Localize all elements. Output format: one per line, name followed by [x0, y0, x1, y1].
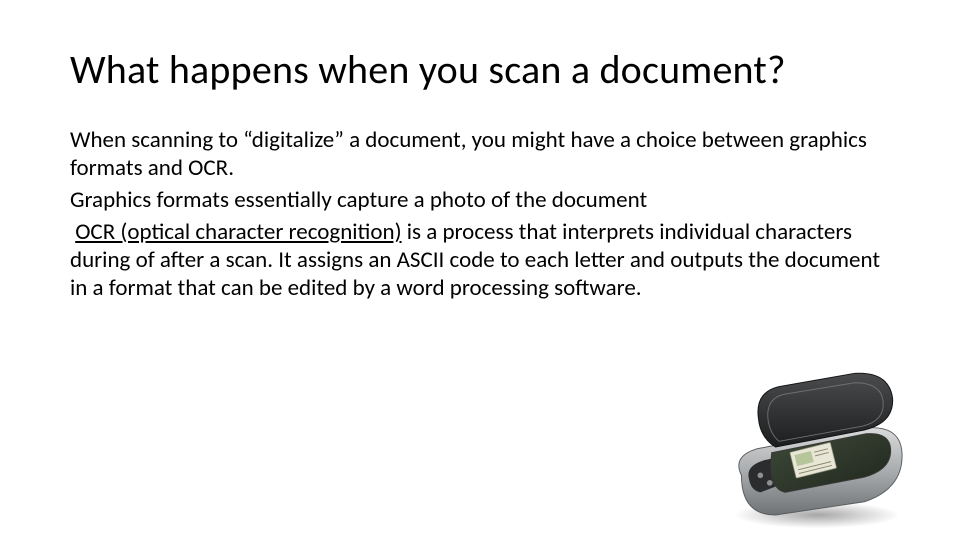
ocr-term: OCR (optical character recognition) — [75, 218, 401, 246]
slide: What happens when you scan a document? W… — [0, 0, 960, 540]
paragraph-intro: When scanning to “digitalize” a document… — [70, 126, 890, 182]
paragraph-graphics: Graphics formats essentially capture a p… — [70, 186, 890, 214]
slide-title: What happens when you scan a document? — [70, 48, 890, 92]
paragraph-ocr: OCR (optical character recognition) is a… — [70, 218, 890, 302]
scanner-icon — [722, 362, 912, 532]
slide-body: When scanning to “digitalize” a document… — [70, 126, 890, 302]
